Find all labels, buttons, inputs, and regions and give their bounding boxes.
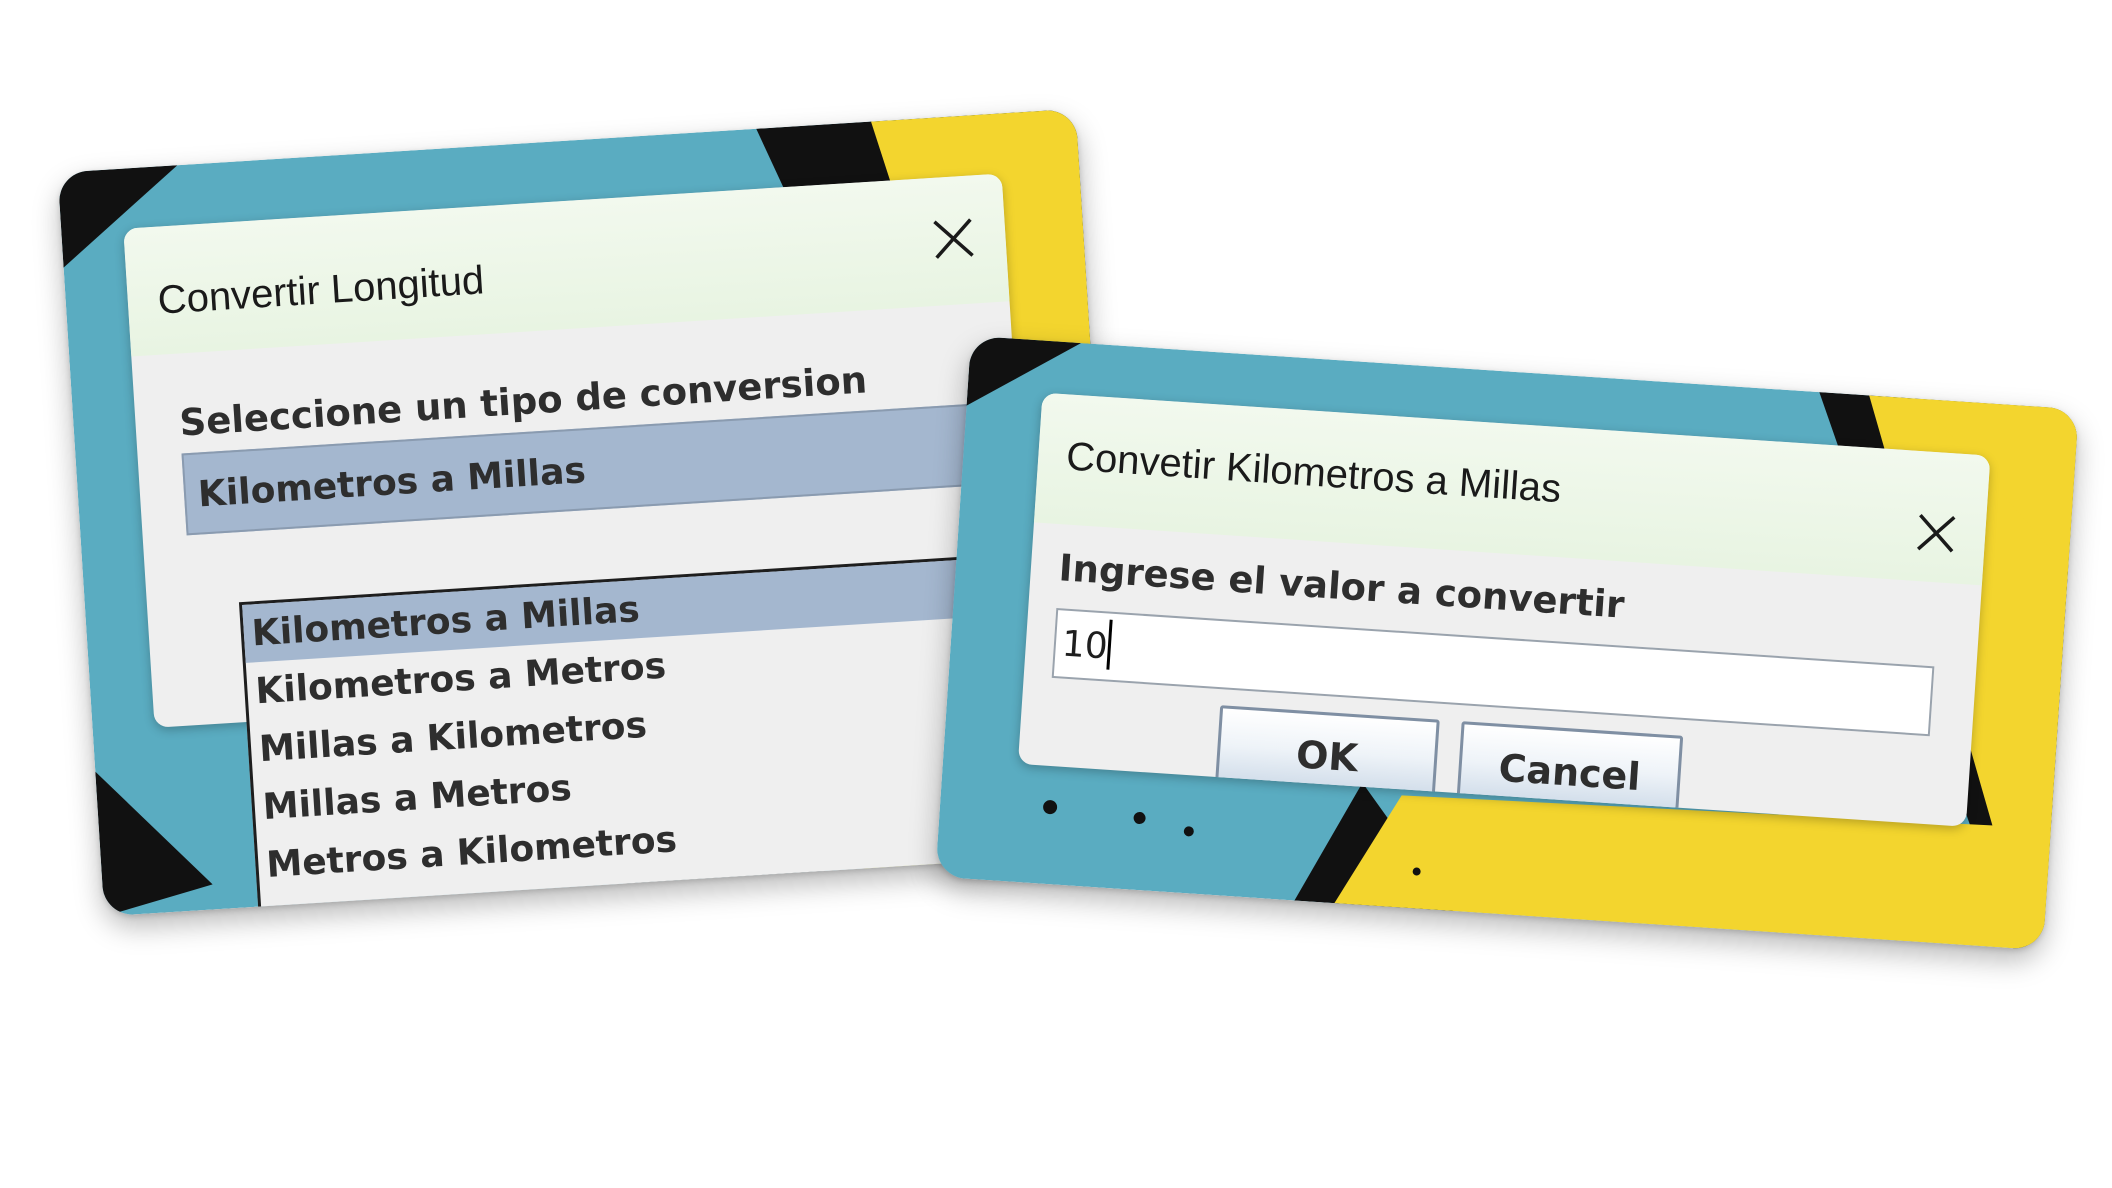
value-input-card: Convetir Kilometros a Millas Ingrese el … [935,335,2079,951]
convetir-kilometros-a-millas-dialog: Convetir Kilometros a Millas Ingrese el … [1017,392,1991,827]
close-icon[interactable] [1914,511,1959,556]
close-icon[interactable] [930,215,977,262]
selected-conversion: Kilometros a Millas [196,450,587,516]
dialog-title: Convetir Kilometros a Millas [1064,434,1563,512]
value-input[interactable] [1051,608,1935,737]
dialog-title: Convertir Longitud [156,258,486,323]
